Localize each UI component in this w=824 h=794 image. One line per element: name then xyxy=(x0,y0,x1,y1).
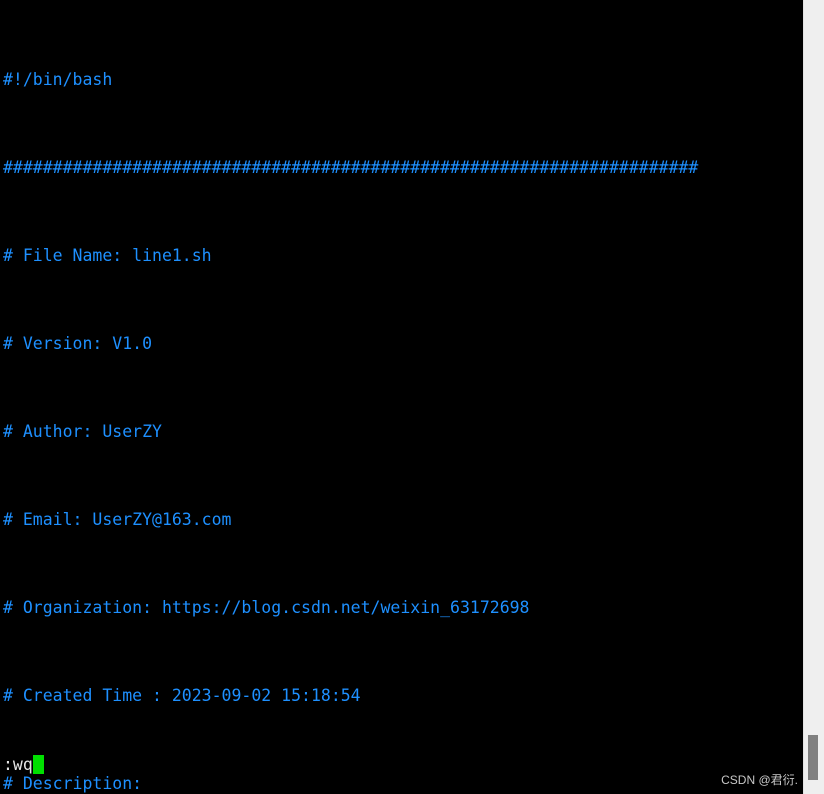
email-comment: # Email: UserZY@163.com xyxy=(3,510,232,529)
code-line-description: # Description: xyxy=(3,773,803,794)
code-line-separator-top: ########################################… xyxy=(3,157,803,179)
vim-command-line[interactable]: :wq xyxy=(3,754,44,776)
organization-comment: # Organization: https://blog.csdn.net/we… xyxy=(3,598,530,617)
scrollbar-thumb[interactable] xyxy=(808,735,818,780)
created-time-comment: # Created Time : 2023-09-02 15:18:54 xyxy=(3,686,361,705)
version-comment: # Version: V1.0 xyxy=(3,334,153,353)
file-name-comment: # File Name: line1.sh xyxy=(3,246,212,265)
terminal-vim-editor[interactable]: #!/bin/bash ############################… xyxy=(0,0,803,794)
command-text: :wq xyxy=(3,755,33,774)
description-comment: # Description: xyxy=(3,774,143,793)
code-line-version: # Version: V1.0 xyxy=(3,333,803,355)
author-comment: # Author: UserZY xyxy=(3,422,162,441)
separator-text: ########################################… xyxy=(3,158,699,177)
code-line-shebang: #!/bin/bash xyxy=(3,69,803,91)
code-line-created-time: # Created Time : 2023-09-02 15:18:54 xyxy=(3,685,803,707)
shebang-text: #!/bin/bash xyxy=(3,70,113,89)
screen: #!/bin/bash ############################… xyxy=(0,0,824,794)
csdn-watermark: CSDN @君衍. xyxy=(721,773,798,787)
code-line-organization: # Organization: https://blog.csdn.net/we… xyxy=(3,597,803,619)
code-line-email: # Email: UserZY@163.com xyxy=(3,509,803,531)
vertical-scrollbar[interactable] xyxy=(803,0,824,794)
text-cursor xyxy=(32,755,44,774)
code-line-author: # Author: UserZY xyxy=(3,421,803,443)
code-line-file-name: # File Name: line1.sh xyxy=(3,245,803,267)
